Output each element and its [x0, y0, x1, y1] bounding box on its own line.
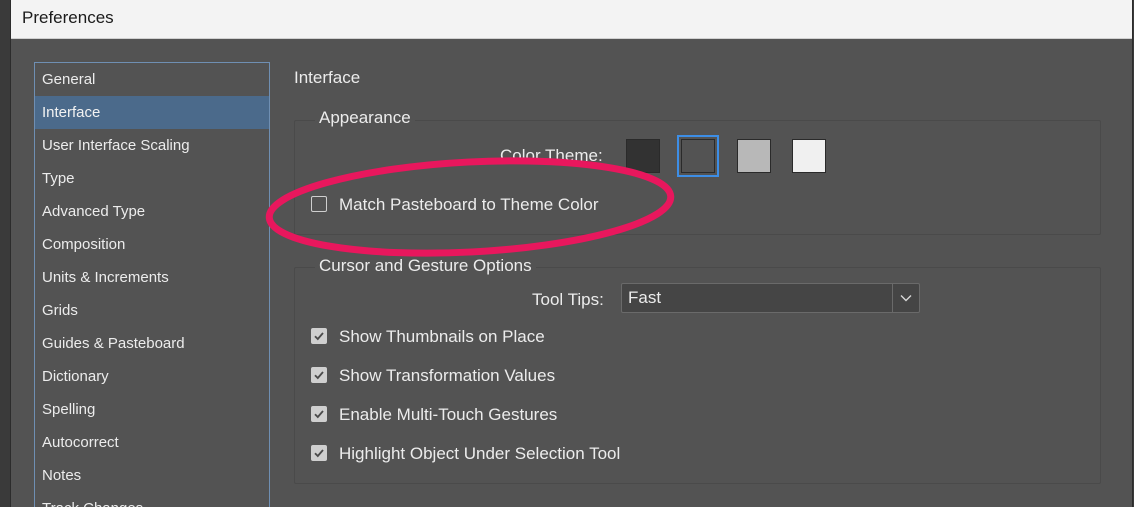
window-title: Preferences [22, 8, 114, 27]
sidebar-item-track-changes[interactable]: Track Changes [35, 492, 269, 507]
appearance-group [294, 120, 1101, 235]
tool-tips-label: Tool Tips: [532, 290, 604, 309]
preferences-category-list[interactable]: General Interface User Interface Scaling… [34, 62, 270, 507]
theme-dark-swatch[interactable] [626, 139, 660, 173]
match-pasteboard-label[interactable]: Match Pasteboard to Theme Color [339, 195, 599, 215]
sidebar-item-spelling[interactable]: Spelling [35, 393, 269, 426]
checkmark-icon [314, 371, 324, 380]
sidebar-item-interface[interactable]: Interface [35, 96, 269, 129]
highlight-object-checkbox[interactable] [311, 445, 327, 461]
checkmark-icon [314, 410, 324, 419]
color-theme-label: Color Theme: [500, 146, 603, 165]
sidebar-item-units-increments[interactable]: Units & Increments [35, 261, 269, 294]
show-thumbnails-checkbox[interactable] [311, 328, 327, 344]
title-bar: Preferences [11, 0, 1132, 39]
dropdown-divider [892, 284, 893, 312]
checkmark-icon [314, 332, 324, 341]
theme-medium-light-swatch[interactable] [737, 139, 771, 173]
sidebar-item-guides-pasteboard[interactable]: Guides & Pasteboard [35, 327, 269, 360]
sidebar-item-general[interactable]: General [35, 63, 269, 96]
show-transformation-values-checkbox[interactable] [311, 367, 327, 383]
sidebar-item-grids[interactable]: Grids [35, 294, 269, 327]
theme-light-swatch[interactable] [792, 139, 826, 173]
sidebar-item-type[interactable]: Type [35, 162, 269, 195]
checkmark-icon [314, 449, 324, 458]
tool-tips-value: Fast [628, 288, 662, 307]
enable-multi-touch-checkbox[interactable] [311, 406, 327, 422]
match-pasteboard-checkbox[interactable] [311, 196, 327, 212]
enable-multi-touch-label[interactable]: Enable Multi-Touch Gestures [339, 405, 557, 425]
tool-tips-dropdown[interactable]: Fast [621, 283, 920, 313]
sidebar-item-dictionary[interactable]: Dictionary [35, 360, 269, 393]
sidebar-item-advanced-type[interactable]: Advanced Type [35, 195, 269, 228]
cursor-gesture-legend: Cursor and Gesture Options [315, 256, 536, 276]
sidebar-item-autocorrect[interactable]: Autocorrect [35, 426, 269, 459]
sidebar-item-user-interface-scaling[interactable]: User Interface Scaling [35, 129, 269, 162]
highlight-object-label[interactable]: Highlight Object Under Selection Tool [339, 444, 620, 464]
show-transformation-values-label[interactable]: Show Transformation Values [339, 366, 555, 386]
theme-medium-dark-swatch[interactable] [677, 135, 719, 177]
show-thumbnails-label[interactable]: Show Thumbnails on Place [339, 327, 545, 347]
panel-title: Interface [294, 68, 361, 87]
chevron-down-icon[interactable] [899, 291, 913, 310]
preferences-window: Preferences General Interface User Inter… [10, 0, 1133, 507]
interface-panel: Interface Appearance Color Theme: Match … [294, 62, 1132, 507]
sidebar-item-composition[interactable]: Composition [35, 228, 269, 261]
appearance-legend: Appearance [315, 108, 415, 128]
sidebar-item-notes[interactable]: Notes [35, 459, 269, 492]
